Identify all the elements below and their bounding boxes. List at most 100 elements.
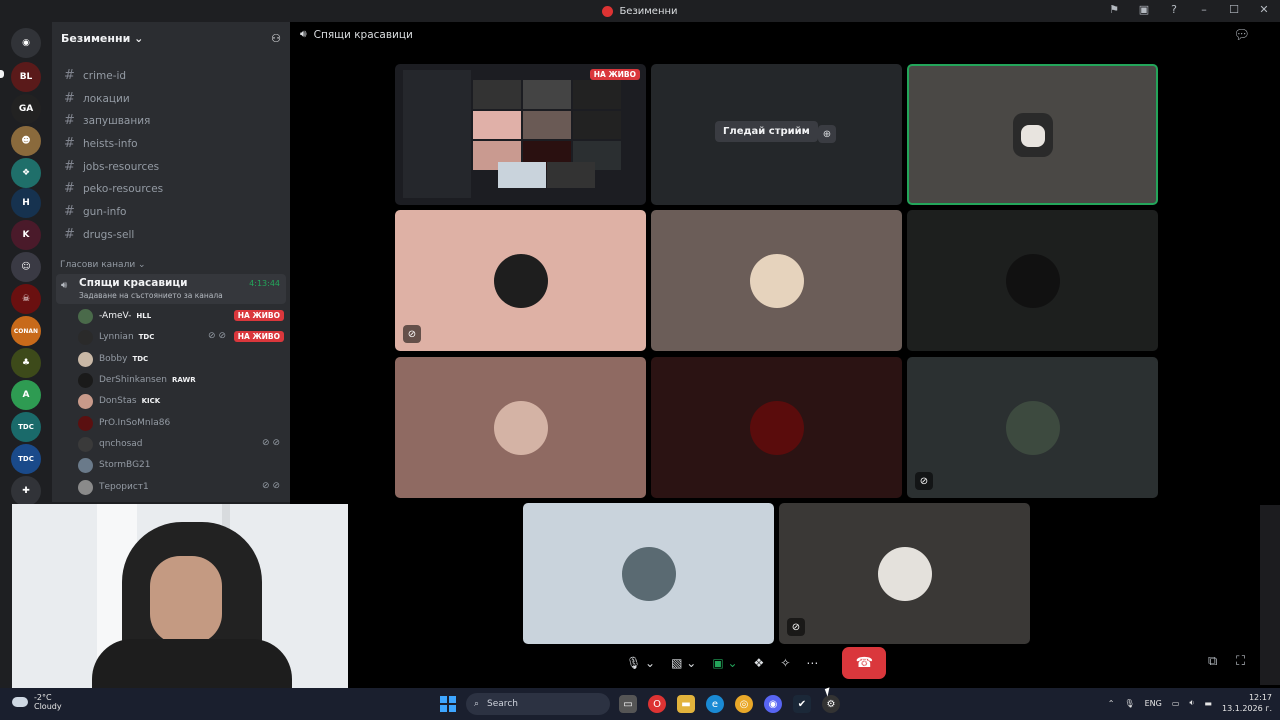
taskbar-search[interactable]: ⌕ Search [466, 693, 610, 715]
edge-icon[interactable]: e [706, 695, 724, 713]
server-icon[interactable]: BL [11, 62, 41, 92]
window-title: Безименни [619, 5, 678, 17]
server-icon[interactable]: H [11, 188, 41, 218]
stream-tile[interactable]: Гледай стрийм ⊕ [651, 64, 902, 205]
participant-tile[interactable] [395, 357, 646, 498]
server-icon[interactable]: ☺ [11, 252, 41, 282]
language-indicator[interactable]: ENG [1145, 699, 1162, 708]
avatar [78, 479, 93, 495]
opera-icon[interactable]: O [648, 695, 666, 713]
server-icon[interactable]: ☻ [11, 126, 41, 156]
channel-lokacii[interactable]: # локации [58, 88, 284, 109]
call-controls: 🎙︎ ⌄ ▧ ⌄ ▣ ⌄ ❖ ✧ ⋯ ☎︎ [620, 646, 887, 680]
channel-heists-info[interactable]: # heists-info [58, 133, 284, 154]
channel-peko-resources[interactable]: # peko-resources [58, 178, 284, 199]
voice-channel-active[interactable]: 🔊︎ Спящи красавици Задаване на състояние… [56, 274, 286, 304]
voice-channel-status[interactable]: Задаване на състоянието за канала [79, 291, 223, 300]
voice-user[interactable]: StormBG21 [78, 456, 284, 474]
stream-preview-icon[interactable]: ⊕ [818, 125, 836, 143]
popout-icon[interactable]: ⧉ [1208, 654, 1217, 669]
start-button[interactable] [440, 696, 456, 712]
participant-tile[interactable]: ⊘ [395, 210, 646, 351]
minimize-button[interactable]: – [1196, 3, 1212, 16]
soundboard-icon[interactable]: ✧ [774, 648, 796, 678]
more-options-icon[interactable]: ⋯ [800, 648, 824, 678]
weather-widget[interactable]: -2°C Cloudy [12, 693, 62, 711]
voice-user[interactable]: DonStas KICK [78, 392, 284, 410]
hash-icon: # [64, 113, 75, 128]
server-icon[interactable]: A [11, 380, 41, 410]
add-server-icon[interactable]: ✚ [11, 476, 41, 506]
avatar [78, 393, 93, 409]
channel-zapushvania[interactable]: # запушвания [58, 110, 284, 131]
server-icon[interactable]: GA [11, 94, 41, 124]
help-icon[interactable]: ? [1166, 3, 1182, 16]
voice-user[interactable]: Терорист1 ⊘ ⊘ [78, 478, 284, 496]
voice-user[interactable]: Bobby TDC [78, 350, 284, 368]
discord-home-icon[interactable]: ◉ [11, 28, 41, 58]
server-icon[interactable]: K [11, 220, 41, 250]
network-icon[interactable]: ▭ [1172, 699, 1180, 708]
clock[interactable]: 12:17 13.1.2026 г. [1222, 692, 1272, 714]
discord-icon[interactable]: ◉ [764, 695, 782, 713]
channel-gun-info[interactable]: # gun-info [58, 201, 284, 222]
chat-icon[interactable]: 💬︎ [1233, 28, 1250, 43]
voice-user[interactable]: -AmeV- HLL НА ЖИВО [78, 307, 284, 325]
participant-tile-speaking[interactable] [907, 64, 1158, 205]
stream-preview-tile [547, 162, 595, 188]
voice-category[interactable]: Гласови канали ⌄ [60, 260, 146, 270]
participant-tile[interactable] [523, 503, 774, 644]
screen-share-icon[interactable]: ▣ ⌄ [706, 648, 743, 678]
background-window-edge [1260, 505, 1280, 685]
camera-off-icon[interactable]: ▧ ⌄ [665, 648, 702, 678]
server-icon[interactable]: ❖ [11, 158, 41, 188]
voice-user[interactable]: DerShinkansen RAWR [78, 371, 284, 389]
voice-user[interactable]: Lynnian TDC ⊘ ⊘ НА ЖИВО [78, 328, 284, 346]
watch-stream-button[interactable]: Гледай стрийм [715, 121, 818, 142]
chrome-icon[interactable]: ◎ [735, 695, 753, 713]
add-member-icon[interactable]: ⚇ [271, 32, 281, 45]
disconnect-button[interactable]: ☎︎ [842, 647, 887, 679]
voice-user[interactable]: qnchosad ⊘ ⊘ [78, 435, 284, 453]
channel-jobs-resources[interactable]: # jobs-resources [58, 156, 284, 177]
app-icon[interactable]: ⚙ [822, 695, 840, 713]
mic-icon[interactable]: 🎙︎ [1124, 699, 1134, 708]
activities-icon[interactable]: ❖ [748, 648, 771, 678]
voice-channel-name: Спящи красавици [79, 277, 188, 289]
maximize-button[interactable]: ☐ [1226, 3, 1242, 16]
volume-icon[interactable]: 🔉︎ [1189, 698, 1194, 708]
channel-crime-id[interactable]: # crime-id [58, 65, 284, 86]
server-icon[interactable]: TDC [11, 412, 41, 442]
avatar [493, 400, 548, 455]
stream-hidden-icon[interactable]: ⊘ [787, 618, 805, 636]
steam-icon[interactable]: ✔ [793, 695, 811, 713]
participant-tile[interactable]: ⊘ [779, 503, 1030, 644]
task-view-icon[interactable]: ▭ [619, 695, 637, 713]
server-icon[interactable]: ♣ [11, 348, 41, 378]
cloud-icon [12, 697, 28, 707]
mic-icon[interactable]: 🎙︎ ⌄ [620, 648, 661, 678]
server-icon[interactable]: TDC [11, 444, 41, 474]
stream-hidden-icon[interactable]: ⊘ [915, 472, 933, 490]
stream-tile[interactable]: НА ЖИВО [395, 64, 646, 205]
avatar [877, 546, 932, 601]
server-icon[interactable]: ☠ [11, 284, 41, 314]
inbox-icon[interactable]: ▣ [1136, 3, 1152, 16]
close-button[interactable]: ✕ [1256, 3, 1272, 16]
channel-drugs-sell[interactable]: # drugs-sell [58, 224, 284, 245]
participant-tile[interactable] [907, 210, 1158, 351]
battery-icon[interactable]: ▬ [1204, 699, 1212, 708]
file-explorer-icon[interactable]: ▬ [677, 695, 695, 713]
speaker-icon: 🔊︎ [61, 280, 68, 291]
fullscreen-icon[interactable]: ⛶ [1236, 654, 1245, 669]
stream-hidden-icon[interactable]: ⊘ [403, 325, 421, 343]
flag-icon[interactable]: ⚑ [1106, 3, 1122, 16]
participant-tile[interactable] [651, 357, 902, 498]
server-icon[interactable]: CONAN [11, 316, 41, 346]
participant-tile[interactable] [651, 210, 902, 351]
hash-icon: # [64, 159, 75, 174]
voice-user[interactable]: PrO.InSoMnIa86 [78, 414, 284, 432]
server-header[interactable]: Безименни ⌄ ⚇ [52, 22, 290, 54]
participant-tile[interactable]: ⊘ [907, 357, 1158, 498]
chevron-up-icon[interactable]: ⌃ [1108, 699, 1115, 708]
